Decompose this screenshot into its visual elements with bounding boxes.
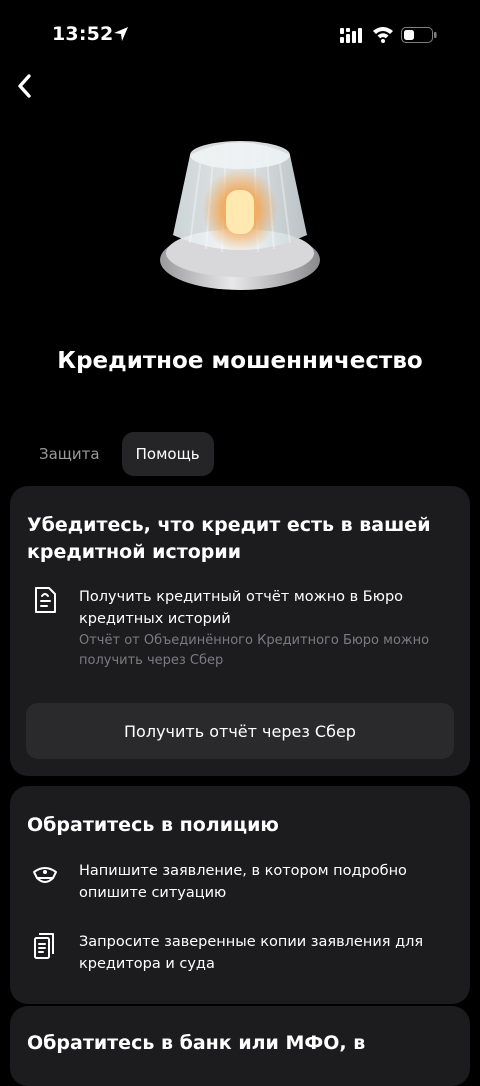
- card-title: Обратитесь в банк или МФО, в: [27, 1032, 366, 1054]
- police-card: Обратитесь в полицию Напишите заявление,…: [10, 786, 470, 1004]
- list-item-text: Запросите заверенные копии заявления для…: [79, 934, 424, 972]
- back-button[interactable]: [8, 70, 40, 102]
- documents-copy-icon: [34, 933, 54, 959]
- status-bar: 13:52: [0, 0, 480, 70]
- list-item-text: Напишите заявление, в котором подробно о…: [79, 863, 407, 901]
- list-item-subtext: Отчёт от Объединённого Кредитного Бюро м…: [79, 633, 430, 668]
- cellular-signal-icon: [340, 28, 362, 43]
- siren-lamp-illustration: [160, 141, 320, 290]
- status-time: 13:52: [52, 23, 114, 45]
- wifi-icon: [373, 27, 393, 43]
- credit-history-card: Убедитесь, что кредит есть в вашей креди…: [10, 486, 470, 776]
- get-report-button[interactable]: Получить отчёт через Сбер: [26, 703, 454, 759]
- battery-icon: [401, 27, 437, 43]
- card-title: Обратитесь в полицию: [27, 814, 279, 836]
- card-title: Убедитесь, что кредит есть в вашей креди…: [27, 514, 431, 563]
- tab-help[interactable]: Помощь: [121, 432, 214, 476]
- tab-protection[interactable]: Защита: [25, 432, 114, 476]
- police-cap-icon: [33, 867, 57, 883]
- tab-bar: Защита Помощь: [25, 432, 214, 476]
- bank-mfo-card: Обратитесь в банк или МФО, в: [10, 1006, 470, 1086]
- document-icon: [35, 587, 56, 613]
- location-arrow-icon: [114, 27, 128, 41]
- chevron-left-icon: [18, 74, 31, 98]
- list-item-text: Получить кредитный отчёт можно в Бюро кр…: [79, 589, 404, 627]
- page-title: Кредитное мошенничество: [57, 348, 423, 374]
